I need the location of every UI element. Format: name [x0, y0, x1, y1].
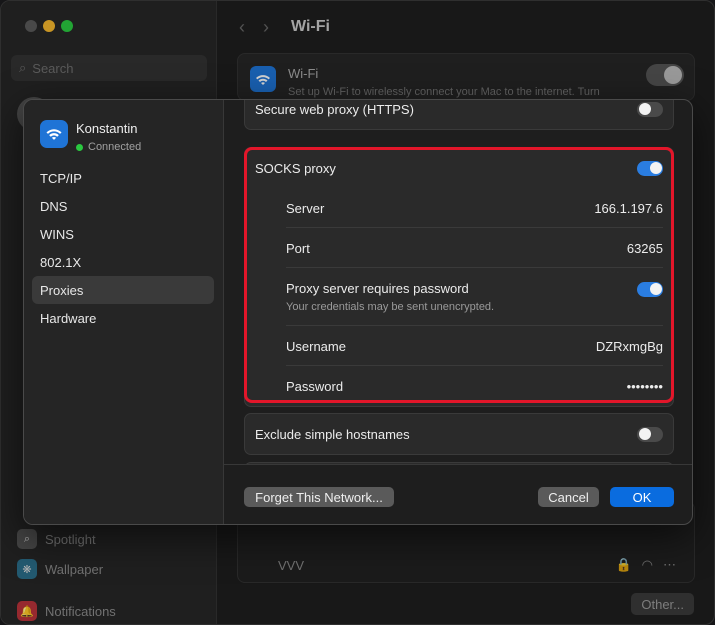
- tab-wins[interactable]: WINS: [32, 220, 214, 248]
- username-field[interactable]: DZRxmgBg: [596, 339, 663, 354]
- password-required-hint: Your credentials may be sent unencrypted…: [286, 301, 495, 313]
- connected-dot-icon: [76, 143, 83, 151]
- port-label: Port: [286, 240, 310, 256]
- port-row: Port 63265: [245, 228, 673, 268]
- password-required-label: Proxy server requires password: [286, 281, 469, 296]
- ok-button[interactable]: OK: [610, 487, 674, 507]
- sheet-nav: TCP/IP DNS WINS 802.1X Proxies Hardware: [32, 164, 214, 332]
- socks-proxy-row: SOCKS proxy: [245, 148, 673, 188]
- https-proxy-label: Secure web proxy (HTTPS): [255, 101, 414, 117]
- tab-802-1x[interactable]: 802.1X: [32, 248, 214, 276]
- exclude-hostnames-row: Exclude simple hostnames: [245, 414, 673, 454]
- password-field[interactable]: ••••••••: [627, 379, 663, 394]
- sheet-footer: Forget This Network... Cancel OK: [224, 464, 692, 524]
- port-field[interactable]: 63265: [627, 241, 663, 256]
- password-required-row: Proxy server requires password Your cred…: [245, 268, 673, 326]
- tab-proxies[interactable]: Proxies: [32, 276, 214, 304]
- exclude-hostnames-label: Exclude simple hostnames: [255, 426, 410, 442]
- exclude-hostnames-group: Exclude simple hostnames: [244, 413, 674, 455]
- network-status: Connected: [76, 141, 141, 153]
- tab-dns[interactable]: DNS: [32, 192, 214, 220]
- socks-proxy-label: SOCKS proxy: [255, 160, 336, 176]
- network-header: Konstantin Connected: [40, 120, 141, 153]
- server-row: Server 166.1.197.6: [245, 188, 673, 228]
- wifi-icon: [40, 120, 68, 148]
- network-details-sheet: Konstantin Connected TCP/IP DNS WINS 802…: [23, 99, 693, 525]
- username-label: Username: [286, 338, 346, 354]
- password-required-toggle[interactable]: [637, 281, 663, 297]
- exclude-hostnames-toggle[interactable]: [637, 426, 663, 442]
- https-proxy-row: Secure web proxy (HTTPS): [245, 100, 673, 129]
- server-label: Server: [286, 200, 325, 216]
- proxies-pane: Secure web proxy (HTTPS) SOCKS proxy Ser…: [224, 100, 692, 464]
- server-field[interactable]: 166.1.197.6: [594, 201, 663, 216]
- password-required-text: Proxy server requires password Your cred…: [286, 281, 494, 313]
- https-proxy-group: Secure web proxy (HTTPS): [244, 100, 674, 130]
- tab-hardware[interactable]: Hardware: [32, 304, 214, 332]
- tab-tcp-ip[interactable]: TCP/IP: [32, 164, 214, 192]
- password-row: Password ••••••••: [245, 366, 673, 406]
- username-row: Username DZRxmgBg: [245, 326, 673, 366]
- network-status-label: Connected: [88, 141, 142, 153]
- https-proxy-toggle[interactable]: [637, 101, 663, 117]
- socks-proxy-group: SOCKS proxy Server 166.1.197.6 Port 6326…: [244, 147, 674, 407]
- socks-proxy-toggle[interactable]: [637, 160, 663, 176]
- password-label: Password: [286, 378, 344, 394]
- forget-network-button[interactable]: Forget This Network...: [244, 487, 394, 507]
- network-name: Konstantin: [76, 121, 138, 136]
- cancel-button[interactable]: Cancel: [538, 487, 599, 507]
- sheet-sidebar: Konstantin Connected TCP/IP DNS WINS 802…: [24, 100, 224, 524]
